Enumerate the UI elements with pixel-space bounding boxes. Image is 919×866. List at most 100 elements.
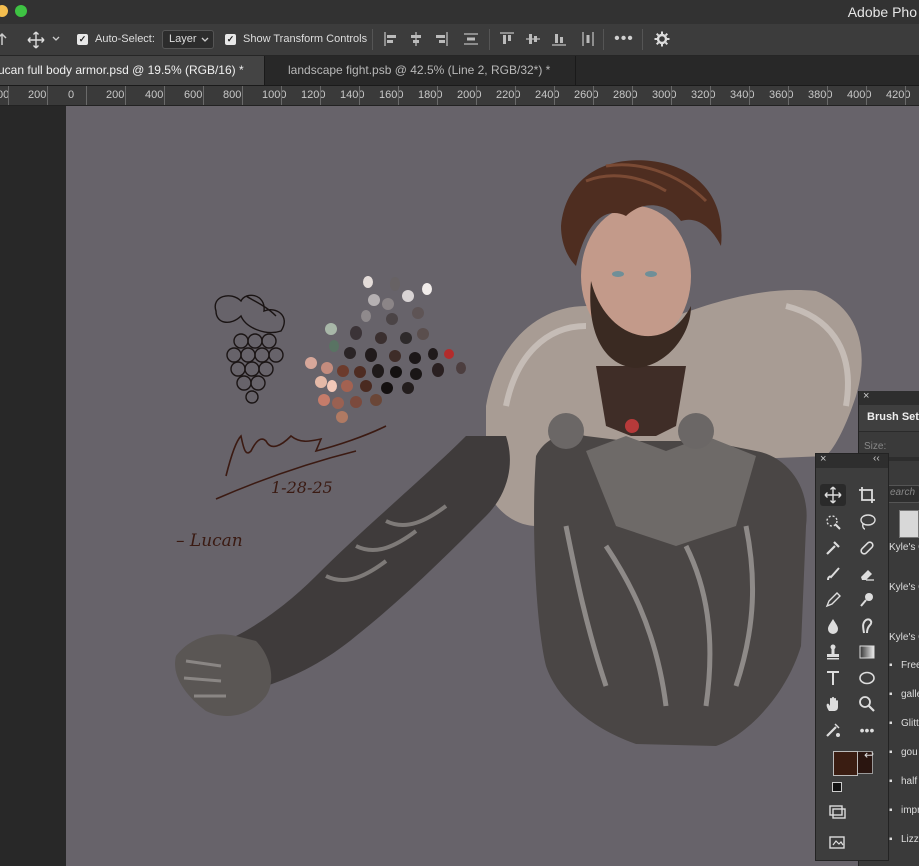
smudge-tool-icon[interactable]: [854, 615, 880, 637]
ruler-label: 2200: [496, 89, 521, 101]
show-transform-controls-checkbox[interactable]: ✓: [225, 34, 236, 45]
quick-selection-tool-icon[interactable]: [820, 511, 846, 533]
ruler-label: 2800: [613, 89, 638, 101]
distribute-horizontal-icon[interactable]: [580, 31, 596, 47]
align-vertical-centers-icon[interactable]: [525, 31, 541, 47]
ruler-label: 1400: [340, 89, 365, 101]
character-figure: [175, 160, 862, 746]
document-canvas[interactable]: – Lucan 1-28-25: [66, 106, 919, 866]
divider: [642, 29, 643, 50]
close-icon[interactable]: ×: [863, 390, 869, 402]
brush-tool-icon[interactable]: [820, 563, 846, 585]
align-bottom-edges-icon[interactable]: [551, 31, 567, 47]
align-left-edges-icon[interactable]: [383, 31, 399, 47]
distribute-vertical-icon[interactable]: [463, 31, 479, 47]
chevron-down-icon[interactable]: [51, 34, 61, 44]
more-tools-icon[interactable]: •••: [854, 719, 880, 741]
ruler-tick: [515, 86, 516, 105]
ruler-label: 1600: [379, 89, 404, 101]
size-label: Size:: [864, 441, 887, 452]
ruler-tick: [8, 86, 9, 105]
ruler-tick: [866, 86, 867, 105]
grapes-sketch: [214, 294, 285, 404]
ruler-label: 2000: [457, 89, 482, 101]
divider: [372, 29, 373, 50]
ruler-label: 600: [184, 89, 203, 101]
lasso-tool-icon[interactable]: [854, 511, 880, 533]
options-bar: ✓ Auto-Select: Layer ✓ Show Transform Co…: [0, 24, 919, 56]
align-right-edges-icon[interactable]: [433, 31, 449, 47]
ruler-tick: [437, 86, 438, 105]
ruler-label: 4000: [847, 89, 872, 101]
swap-colors-icon[interactable]: ↩: [864, 748, 874, 762]
eraser-tool-icon[interactable]: [854, 563, 880, 585]
ruler-tick: [86, 86, 87, 105]
ruler-label: 1000: [262, 89, 287, 101]
ellipse-tool-icon[interactable]: [854, 667, 880, 689]
tab-lucan-armor[interactable]: ucan full body armor.psd @ 19.5% (RGB/16…: [0, 56, 264, 85]
hand-tool-icon[interactable]: [820, 693, 846, 715]
type-tool-icon[interactable]: [820, 667, 846, 689]
tools-panel-header: × ‹‹: [816, 453, 888, 468]
screen-mode-icon[interactable]: [824, 831, 850, 853]
pencil-tool-icon[interactable]: [820, 589, 846, 611]
divider: [489, 29, 490, 50]
more-options-icon[interactable]: •••: [614, 30, 634, 47]
horizontal-ruler: 00 200 0 200 400 600 800 1000 1200 1400 …: [0, 86, 919, 106]
brush-settings-tab[interactable]: Brush Sett: [867, 411, 919, 423]
minimize-window-button[interactable]: [0, 5, 8, 17]
ruler-label: 2600: [574, 89, 599, 101]
gradient-tool-icon[interactable]: [854, 641, 880, 663]
move-tool-icon[interactable]: [27, 31, 45, 49]
ruler-label: 4200: [886, 89, 911, 101]
clone-stamp-tool-icon[interactable]: [820, 641, 846, 663]
ruler-label: 200: [28, 89, 47, 101]
ruler-tick: [554, 86, 555, 105]
gear-icon[interactable]: [653, 30, 671, 48]
edit-toolbar-icon[interactable]: [820, 719, 846, 741]
zoom-tool-icon[interactable]: [854, 693, 880, 715]
name-note: – Lucan: [176, 531, 243, 551]
tools-panel: × ‹‹ ••• ↩: [815, 453, 889, 861]
ruler-label: 3000: [652, 89, 677, 101]
tab-label: landscape fight.psb @ 42.5% (Line 2, RGB…: [288, 63, 551, 77]
ruler-label: 3600: [769, 89, 794, 101]
ruler-tick: [164, 86, 165, 105]
document-tab-bar: ucan full body armor.psd @ 19.5% (RGB/16…: [0, 56, 919, 86]
tab-landscape-fight[interactable]: landscape fight.psb @ 42.5% (Line 2, RGB…: [288, 56, 588, 85]
blur-tool-icon[interactable]: [820, 615, 846, 637]
panel-header-bar: ×: [859, 390, 919, 405]
quick-mask-icon[interactable]: [824, 801, 850, 823]
ruler-tick: [203, 86, 204, 105]
divider: [575, 56, 576, 85]
ruler-tick: [632, 86, 633, 105]
foreground-color-swatch[interactable]: [833, 751, 858, 776]
ruler-label: 800: [223, 89, 242, 101]
eyedropper-tool-icon[interactable]: [820, 537, 846, 559]
auto-select-label: Auto-Select:: [95, 33, 155, 45]
ruler-tick: [593, 86, 594, 105]
ruler-label: 0: [68, 89, 75, 101]
ruler-tick: [242, 86, 243, 105]
default-colors-icon[interactable]: [832, 782, 842, 792]
home-icon[interactable]: [0, 32, 8, 46]
align-horizontal-centers-icon[interactable]: [408, 31, 424, 47]
move-tool-icon[interactable]: [820, 484, 846, 506]
close-icon[interactable]: ×: [820, 453, 826, 465]
dodge-tool-icon[interactable]: [854, 589, 880, 611]
align-top-edges-icon[interactable]: [499, 31, 515, 47]
healing-brush-tool-icon[interactable]: [854, 537, 880, 559]
zoom-window-button[interactable]: [15, 5, 27, 17]
ruler-tick: [710, 86, 711, 105]
auto-select-checkbox[interactable]: ✓: [77, 34, 88, 45]
ruler-tick: [359, 86, 360, 105]
collapse-panel-icon[interactable]: ‹‹: [873, 453, 880, 464]
ruler-label: 3400: [730, 89, 755, 101]
tab-label: ucan full body armor.psd @ 19.5% (RGB/16…: [0, 63, 244, 77]
auto-select-target-select[interactable]: Layer: [162, 30, 214, 49]
ruler-tick: [827, 86, 828, 105]
crop-tool-icon[interactable]: [854, 484, 880, 506]
ruler-tick: [788, 86, 789, 105]
brush-preview-thumbnail[interactable]: [899, 510, 919, 538]
layer-select-value: Layer: [169, 33, 197, 45]
